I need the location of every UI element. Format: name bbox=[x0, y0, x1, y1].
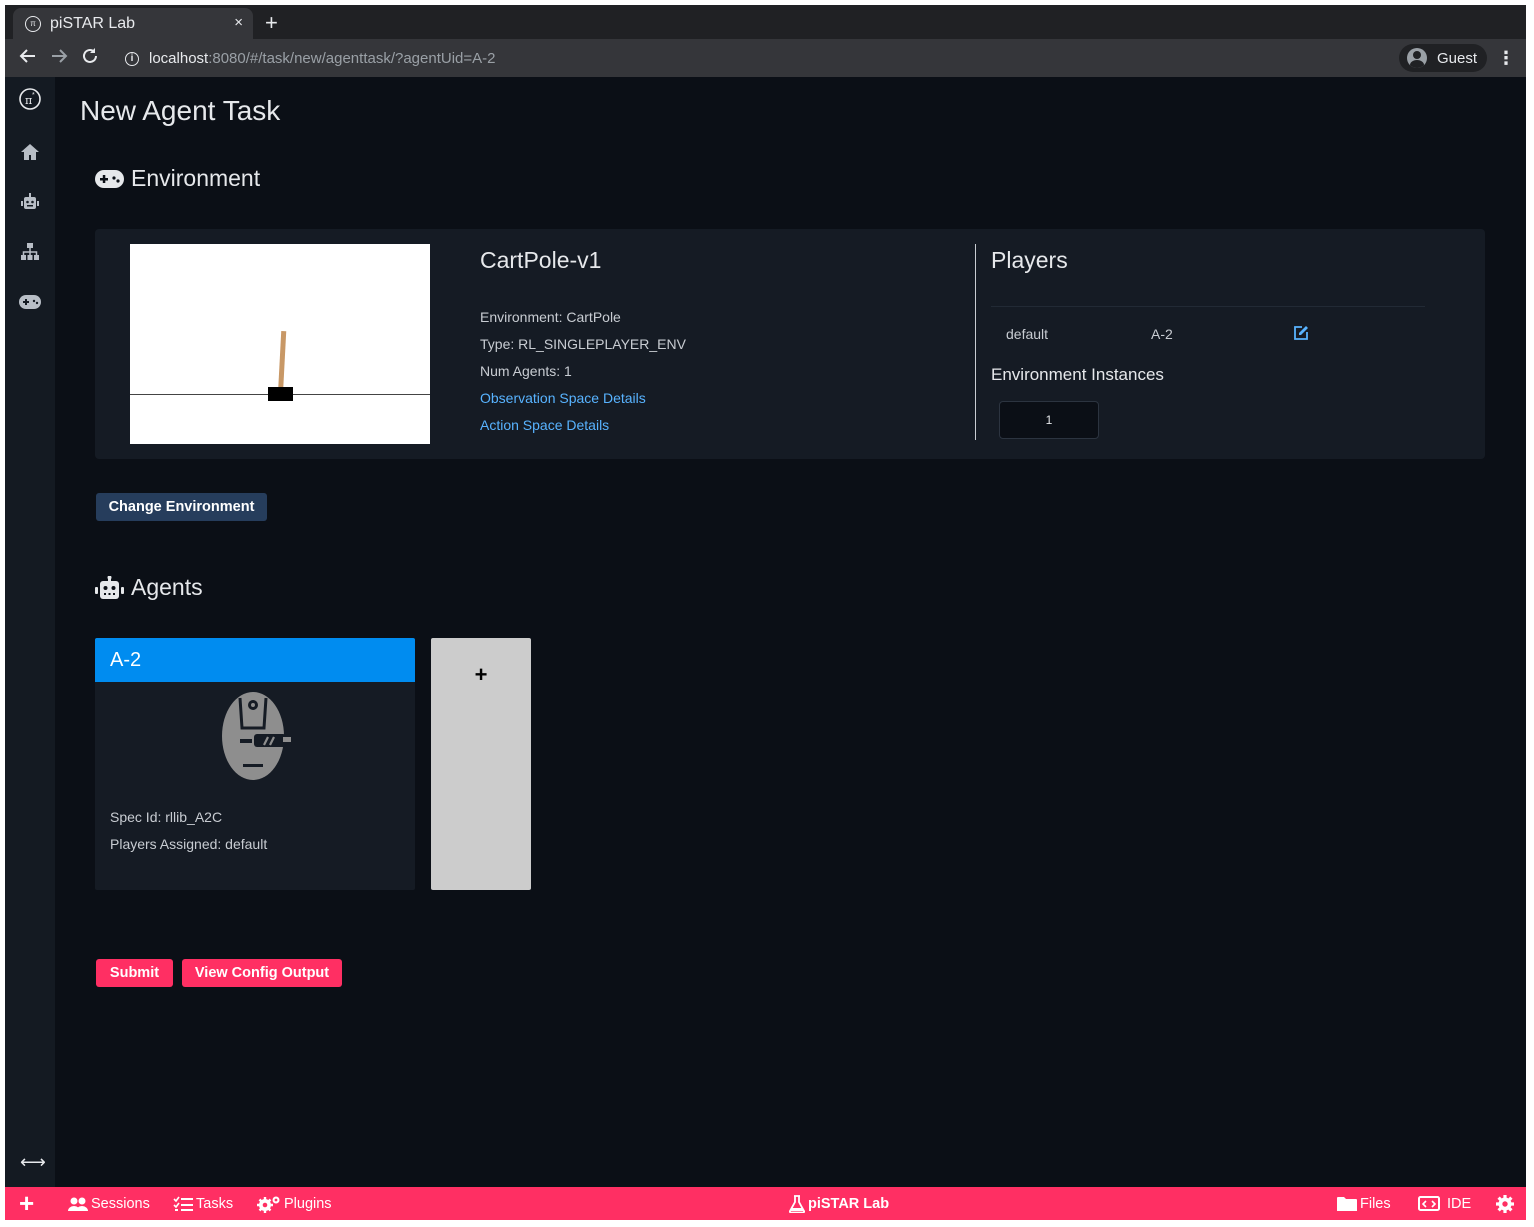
footer-brand-label: piSTAR Lab bbox=[808, 1195, 890, 1212]
tab-strip: π piSTAR Lab × + bbox=[5, 5, 1526, 39]
page-title: New Agent Task bbox=[80, 95, 281, 126]
svg-text:*: * bbox=[32, 92, 35, 99]
footer-sessions-label: Sessions bbox=[91, 1195, 150, 1212]
agent-avatar-icon bbox=[220, 690, 292, 786]
footer-ide-link[interactable]: IDE bbox=[1418, 1187, 1471, 1220]
footer-plugins-label: Plugins bbox=[284, 1195, 332, 1212]
gamepad-icon[interactable] bbox=[18, 290, 42, 314]
settings-gear-icon[interactable] bbox=[1495, 1187, 1515, 1220]
folder-icon bbox=[1337, 1196, 1357, 1212]
agents-section-title: Agents bbox=[131, 574, 203, 600]
footer-bar: + Sessions Tasks Plugins piSTAR Lab File… bbox=[5, 1187, 1526, 1220]
url-host: localhost bbox=[149, 50, 209, 67]
footer-tasks-link[interactable]: Tasks bbox=[173, 1187, 233, 1220]
edit-icon[interactable] bbox=[1293, 325, 1311, 343]
cartpole-pole bbox=[278, 330, 287, 394]
forward-arrow-icon[interactable] bbox=[50, 47, 68, 71]
url-path: :8080/#/task/new/agenttask/?agentUid=A-2 bbox=[208, 50, 496, 67]
agent-spec-id: Spec Id: rllib_A2C bbox=[110, 809, 223, 825]
code-icon bbox=[1418, 1195, 1440, 1212]
cartpole-cart bbox=[268, 387, 293, 401]
site-info-icon[interactable]: i bbox=[125, 51, 139, 66]
change-environment-button[interactable]: Change Environment bbox=[96, 493, 267, 521]
submit-button[interactable]: Submit bbox=[96, 959, 173, 987]
environment-card: CartPole-v1 Environment: CartPole Type: … bbox=[95, 229, 1485, 459]
view-config-output-button[interactable]: View Config Output bbox=[182, 959, 342, 987]
agents-section-heading: Agents bbox=[95, 574, 203, 601]
environment-entry-label: Environment: CartPole bbox=[480, 309, 621, 325]
footer-sessions-link[interactable]: Sessions bbox=[68, 1187, 150, 1220]
tab-close-icon[interactable]: × bbox=[234, 14, 243, 31]
address-bar[interactable]: i localhost:8080/#/task/new/agenttask/?a… bbox=[113, 45, 1485, 72]
divider bbox=[975, 244, 976, 440]
robot-icon bbox=[95, 575, 124, 600]
profile-avatar-icon bbox=[1407, 48, 1427, 68]
footer-brand[interactable]: piSTAR Lab bbox=[789, 1187, 889, 1220]
profile-button[interactable]: Guest bbox=[1399, 44, 1487, 72]
player-agent: A-2 bbox=[1151, 326, 1173, 342]
robot-icon[interactable] bbox=[18, 190, 42, 214]
back-arrow-icon[interactable] bbox=[19, 47, 37, 71]
sidebar: π * ⟷ bbox=[5, 77, 55, 1187]
environment-preview-image bbox=[130, 244, 430, 444]
profile-name: Guest bbox=[1437, 49, 1478, 67]
pistar-logo-icon[interactable]: π * bbox=[18, 87, 42, 111]
browser-tab[interactable]: π piSTAR Lab × bbox=[13, 8, 253, 39]
flask-icon bbox=[789, 1194, 805, 1213]
expand-arrows-icon[interactable]: ⟷ bbox=[20, 1152, 46, 1173]
cogs-icon bbox=[257, 1195, 281, 1213]
players-title: Players bbox=[991, 247, 1068, 273]
gamepad-icon bbox=[95, 169, 124, 188]
agent-players-assigned: Players Assigned: default bbox=[110, 836, 268, 852]
footer-files-label: Files bbox=[1360, 1195, 1391, 1212]
environment-instances-input[interactable]: 1 bbox=[999, 401, 1099, 439]
add-agent-button[interactable]: + bbox=[431, 638, 531, 890]
observation-space-link[interactable]: Observation Space Details bbox=[480, 390, 646, 406]
users-icon bbox=[68, 1196, 88, 1212]
environment-type-label: Type: RL_SINGLEPLAYER_ENV bbox=[480, 336, 686, 352]
divider bbox=[991, 306, 1425, 307]
action-space-link[interactable]: Action Space Details bbox=[480, 417, 609, 433]
environment-name: CartPole-v1 bbox=[480, 247, 602, 273]
footer-add-button[interactable]: + bbox=[19, 1187, 34, 1220]
footer-ide-label: IDE bbox=[1447, 1195, 1472, 1212]
pistar-favicon-icon: π bbox=[25, 15, 41, 32]
footer-tasks-label: Tasks bbox=[196, 1195, 234, 1212]
environment-section-heading: Environment bbox=[95, 165, 260, 192]
environment-instances-title: Environment Instances bbox=[991, 365, 1164, 384]
player-name: default bbox=[1006, 326, 1049, 342]
new-tab-button[interactable]: + bbox=[265, 10, 278, 36]
agent-card[interactable]: A-2 Spec Id: rllib_A2C Players Assigned:… bbox=[95, 638, 415, 890]
browser-toolbar: i localhost:8080/#/task/new/agenttask/?a… bbox=[5, 39, 1526, 77]
footer-files-link[interactable]: Files bbox=[1337, 1187, 1391, 1220]
environment-section-title: Environment bbox=[131, 165, 261, 191]
agent-card-title: A-2 bbox=[95, 638, 415, 682]
home-icon[interactable] bbox=[18, 140, 42, 164]
reload-icon[interactable] bbox=[81, 47, 99, 71]
sitemap-icon[interactable] bbox=[18, 240, 42, 264]
browser-window: π piSTAR Lab × + i localhost:8080/#/task… bbox=[5, 5, 1526, 1220]
tab-title: piSTAR Lab bbox=[50, 14, 136, 32]
num-agents-label: Num Agents: 1 bbox=[480, 363, 572, 379]
app-root: π * ⟷ New Agent Task Environment CartPol… bbox=[5, 77, 1526, 1187]
footer-plugins-link[interactable]: Plugins bbox=[257, 1187, 332, 1220]
browser-menu-icon[interactable]: ⋮ bbox=[1497, 48, 1515, 69]
tasks-icon bbox=[173, 1196, 193, 1212]
